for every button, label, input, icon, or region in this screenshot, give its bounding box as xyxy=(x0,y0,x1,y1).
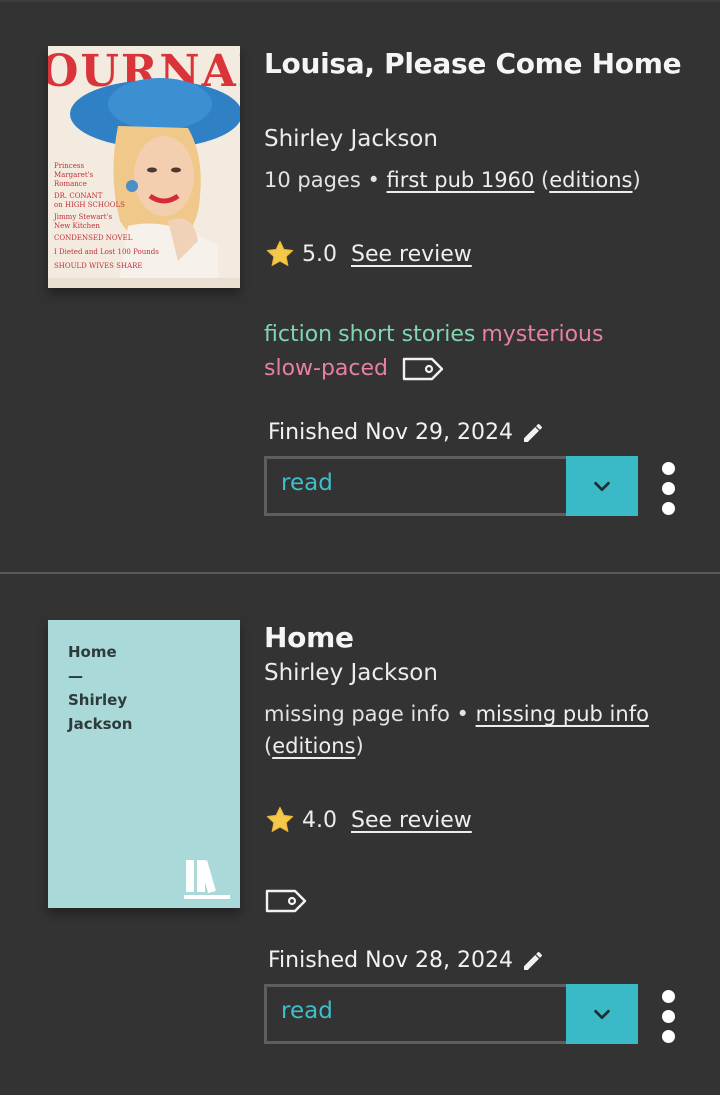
cover-line: — xyxy=(68,667,83,685)
chevron-down-icon xyxy=(594,1009,610,1020)
finished-date: Finished Nov 28, 2024 xyxy=(268,948,545,973)
svg-text:Princess: Princess xyxy=(54,162,84,170)
first-pub-link[interactable]: missing pub info xyxy=(476,702,649,726)
editions-link[interactable]: editions xyxy=(549,168,632,192)
rating: 5.0 See review xyxy=(264,238,472,270)
kebab-menu-icon[interactable] xyxy=(660,990,676,1044)
cover-line: Jackson xyxy=(68,715,133,733)
first-pub-link[interactable]: first pub 1960 xyxy=(387,168,535,192)
book-entry: JOURNAL Princess Margaret's Romance DR. … xyxy=(0,0,720,572)
tag[interactable]: fiction xyxy=(264,322,332,347)
see-review-link[interactable]: See review xyxy=(351,808,472,833)
book-title[interactable]: Louisa, Please Come Home xyxy=(264,44,704,84)
see-review-link[interactable]: See review xyxy=(351,242,472,267)
pencil-icon[interactable] xyxy=(521,421,545,445)
book-title[interactable]: Home xyxy=(264,618,704,658)
status-value: read xyxy=(281,998,333,1024)
pencil-icon[interactable] xyxy=(521,949,545,973)
book-meta: missing page info • missing pub info (ed… xyxy=(264,702,649,758)
kebab-menu-icon[interactable] xyxy=(660,462,676,516)
book-meta: 10 pages • first pub 1960 (editions) xyxy=(264,168,641,192)
tag-icon[interactable] xyxy=(401,355,445,383)
editions-link[interactable]: editions xyxy=(272,734,355,758)
svg-text:Margaret's: Margaret's xyxy=(54,171,94,179)
cover-image: JOURNAL Princess Margaret's Romance DR. … xyxy=(48,46,240,288)
book-author[interactable]: Shirley Jackson xyxy=(264,126,438,152)
chevron-down-icon xyxy=(594,481,610,492)
svg-text:Jimmy Stewart's: Jimmy Stewart's xyxy=(53,213,112,221)
status-value: read xyxy=(281,470,333,496)
svg-text:I Dieted and Lost 100 Pounds: I Dieted and Lost 100 Pounds xyxy=(54,248,159,256)
svg-text:Romance: Romance xyxy=(54,180,87,188)
star-icon xyxy=(266,240,294,267)
page-count: 10 pages xyxy=(264,168,361,192)
svg-text:CONDENSED NOVEL: CONDENSED NOVEL xyxy=(54,234,133,242)
page-count: missing page info xyxy=(264,702,450,726)
status-dropdown-button[interactable] xyxy=(566,456,638,516)
star-icon xyxy=(266,806,294,832)
status-select[interactable]: read xyxy=(264,984,638,1044)
tag[interactable]: slow-paced xyxy=(264,356,388,381)
tag[interactable]: mysterious xyxy=(481,322,603,347)
book-cover[interactable]: JOURNAL Princess Margaret's Romance DR. … xyxy=(48,46,240,288)
bookshelf-icon xyxy=(184,860,230,899)
book-cover[interactable]: Home — Shirley Jackson xyxy=(48,620,240,908)
finished-text: Finished Nov 29, 2024 xyxy=(268,420,514,445)
cover-line: Shirley xyxy=(68,691,128,709)
svg-text:DR. CONANT: DR. CONANT xyxy=(54,192,103,200)
rating: 4.0 See review xyxy=(264,804,472,836)
rating-value: 4.0 xyxy=(302,807,337,833)
cover-placeholder-text: Home — Shirley Jackson xyxy=(68,640,218,736)
status-dropdown-button[interactable] xyxy=(566,984,638,1044)
finished-date: Finished Nov 29, 2024 xyxy=(268,420,545,445)
status-select[interactable]: read xyxy=(264,456,638,516)
book-author[interactable]: Shirley Jackson xyxy=(264,660,438,686)
svg-text:SHOULD WIVES SHARE: SHOULD WIVES SHARE xyxy=(54,262,143,270)
tag[interactable]: short stories xyxy=(338,322,475,347)
tag-icon[interactable] xyxy=(264,887,308,915)
tag-list xyxy=(264,884,684,918)
cover-line: Home xyxy=(68,643,117,661)
tag-list: fiction short stories mysterious slow-pace… xyxy=(264,318,684,386)
finished-text: Finished Nov 28, 2024 xyxy=(268,948,514,973)
book-entry: Home — Shirley Jackson Home Shirley Jack… xyxy=(0,574,720,1095)
rating-value: 5.0 xyxy=(302,241,337,267)
svg-text:New Kitchen: New Kitchen xyxy=(54,222,100,230)
svg-text:on HIGH SCHOOLS: on HIGH SCHOOLS xyxy=(54,201,125,209)
